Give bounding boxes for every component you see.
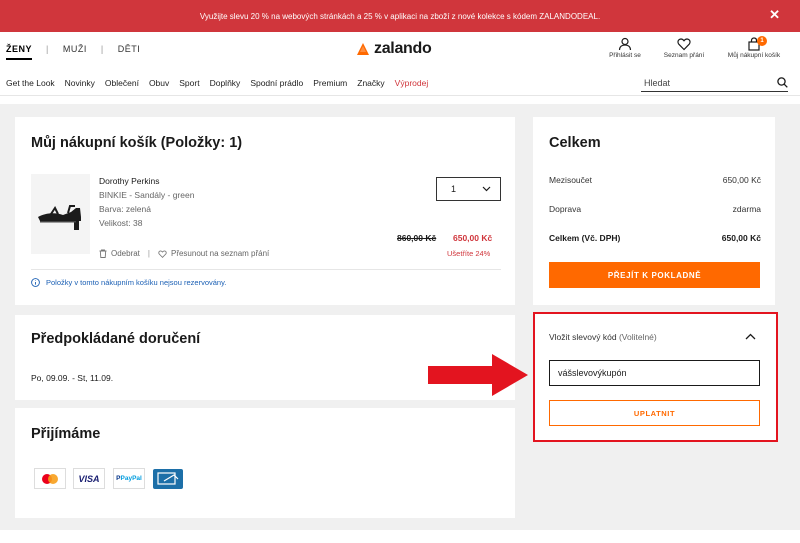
category-sport[interactable]: Sport [179, 78, 199, 88]
product-brand[interactable]: Dorothy Perkins [99, 174, 194, 188]
coupon-optional-text: (Volitelné) [618, 332, 657, 342]
reservation-note-text: Položky v tomto nákupním košíku nejsou r… [46, 278, 227, 287]
grand-total-row: Celkem (Vč. DPH) 650,00 Kč [549, 233, 761, 243]
category-novinky[interactable]: Novinky [65, 78, 95, 88]
gender-kids[interactable]: DĚTI [118, 44, 141, 60]
login-link[interactable]: Přihlásit se [604, 37, 646, 59]
quantity-value: 1 [451, 184, 457, 194]
product-info: Dorothy Perkins BINKIE - Sandály - green… [99, 174, 194, 230]
sandal-image [38, 205, 81, 230]
info-icon [31, 278, 40, 287]
category-spodni-pradlo[interactable]: Spodní prádlo [250, 78, 303, 88]
top-navigation: ŽENY | MUŽI | DĚTI zalando Přihlásit se … [0, 32, 800, 67]
gender-women[interactable]: ŽENY [6, 44, 33, 60]
category-premium[interactable]: Premium [313, 78, 347, 88]
category-obleceni[interactable]: Oblečení [105, 78, 139, 88]
zalando-logo[interactable]: zalando [355, 40, 432, 58]
shipping-value: zdarma [732, 204, 761, 214]
zalando-logo-icon [357, 43, 369, 55]
remove-label: Odebrat [111, 249, 140, 258]
category-navigation: Get the Look Novinky Oblečení Obuv Sport… [0, 72, 800, 96]
promo-text: Využijte slevu 20 % na webových stránkác… [199, 11, 601, 21]
payments-title: Přijímáme [31, 426, 101, 442]
subtotal-label: Mezisoučet [549, 175, 592, 185]
original-price: 860,00 Kč [397, 233, 437, 243]
checkout-button[interactable]: PŘEJÍT K POKLADNĚ [549, 262, 760, 288]
login-label: Přihlásit se [609, 52, 641, 59]
product-color: Barva: zelená [99, 204, 151, 214]
coupon-label-text: Vložit slevový kód [549, 332, 617, 342]
mastercard-icon [34, 468, 66, 489]
quantity-select[interactable]: 1 [436, 177, 501, 201]
close-icon[interactable]: ✕ [769, 8, 780, 21]
card-on-delivery-icon [152, 468, 184, 489]
annotation-arrow [428, 354, 528, 396]
bag-count-badge: 1 [757, 36, 767, 46]
product-size: Velikost: 38 [99, 218, 143, 228]
total-card: Celkem Mezisoučet 650,00 Kč Doprava zdar… [533, 117, 775, 305]
subtotal-value: 650,00 Kč [722, 175, 761, 185]
category-obuv[interactable]: Obuv [149, 78, 169, 88]
heart-icon [158, 250, 167, 258]
cart-title: Můj nákupní košík (Položky: 1) [31, 135, 243, 151]
cart-card: Můj nákupní košík (Položky: 1) Dorothy P… [15, 117, 515, 305]
category-list: Get the Look Novinky Oblečení Obuv Sport… [6, 78, 438, 88]
category-get-the-look[interactable]: Get the Look [6, 78, 55, 88]
search-bar [641, 74, 788, 92]
move-to-wishlist-button[interactable]: Přesunout na seznam přání [158, 249, 269, 258]
coupon-input[interactable] [549, 360, 760, 386]
savings-label: Ušetříte 24% [447, 249, 491, 258]
user-icon [618, 37, 632, 51]
search-input[interactable] [641, 77, 761, 88]
grand-total-value: 650,00 Kč [721, 233, 761, 243]
coupon-label: Vložit slevový kód (Volitelné) [549, 332, 657, 342]
category-vyprodej[interactable]: Výprodej [395, 78, 429, 88]
reservation-note: Položky v tomto nákupním košíku nejsou r… [31, 278, 226, 287]
category-doplnky[interactable]: Doplňky [210, 78, 241, 88]
bag-label: Můj nákupní košík [727, 52, 781, 59]
delivery-dates: Po, 09.09. - St, 11.09. [31, 373, 114, 383]
paypal-icon: PPayPal [113, 468, 145, 489]
move-label: Přesunout na seznam přání [170, 249, 270, 258]
remove-button[interactable]: Odebrat [99, 249, 140, 258]
logo-text: zalando [374, 40, 432, 57]
product-image[interactable] [31, 174, 90, 254]
wishlist-link[interactable]: Seznam přání [658, 37, 710, 59]
subtotal-row: Mezisoučet 650,00 Kč [549, 175, 761, 185]
chevron-up-icon[interactable] [745, 333, 756, 340]
apply-coupon-button[interactable]: UPLATNIT [549, 400, 760, 426]
coupon-card: Vložit slevový kód (Volitelné) UPLATNIT [533, 312, 778, 442]
delivery-title: Předpokládané doručení [31, 331, 201, 347]
visa-icon: VISA [73, 468, 105, 489]
item-actions: Odebrat | Přesunout na seznam přání [99, 249, 269, 258]
total-title: Celkem [549, 135, 601, 151]
sale-price: 650,00 Kč [453, 233, 493, 243]
divider [31, 269, 501, 270]
bag-link[interactable]: 1 Můj nákupní košík [720, 36, 788, 59]
grand-total-label: Celkem (Vč. DPH) [549, 233, 621, 243]
payments-card: Přijímáme VISA PPayPal [15, 408, 515, 518]
gender-men[interactable]: MUŽI [63, 44, 87, 60]
heart-icon [677, 38, 691, 51]
wishlist-label: Seznam přání [663, 52, 705, 59]
search-icon[interactable] [777, 77, 788, 88]
shipping-label: Doprava [549, 204, 582, 214]
trash-icon [99, 249, 107, 258]
chevron-down-icon [482, 186, 491, 192]
category-znacky[interactable]: Značky [357, 78, 384, 88]
promo-banner: Využijte slevu 20 % na webových stránkác… [0, 0, 800, 32]
gender-nav: ŽENY | MUŽI | DĚTI [6, 44, 140, 60]
product-name[interactable]: BINKIE - Sandály - green [99, 188, 194, 202]
shipping-row: Doprava zdarma [549, 204, 761, 214]
